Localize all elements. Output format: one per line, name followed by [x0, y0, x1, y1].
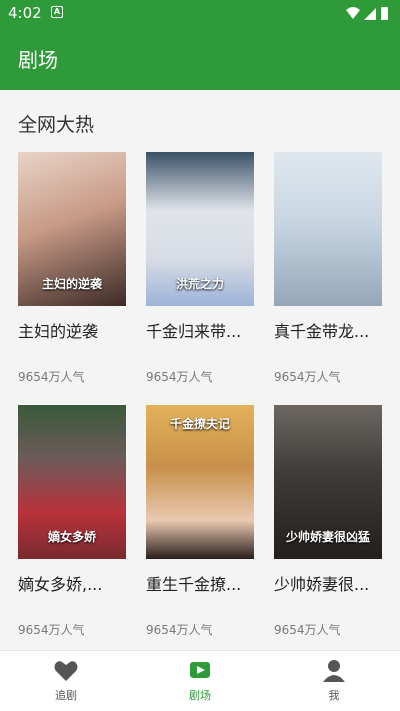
drama-title[interactable]: 主妇的逆袭 — [18, 318, 126, 342]
status-time: 4:02 — [8, 4, 42, 22]
poster-title: 主妇的逆袭 — [41, 277, 102, 291]
drama-card[interactable]: 少帅娇妻很凶猛 少帅娇妻很... 9654万人气 — [274, 405, 382, 638]
drama-title[interactable]: 重生千金撩... — [146, 571, 254, 595]
popularity-label: 9654万人气 — [146, 623, 213, 637]
theater-icon — [190, 662, 210, 678]
nav-label: 追剧 — [55, 689, 77, 702]
section-title: 全网大热 — [18, 114, 95, 136]
status-icons — [346, 7, 388, 20]
app-bar: 剧场 — [0, 26, 400, 90]
status-bar: 4:02 A — [0, 0, 400, 26]
drama-card[interactable]: 嫡女多娇 嫡女多娇,... 9654万人气 — [18, 405, 126, 638]
battery-icon — [381, 7, 388, 20]
drama-card[interactable]: 洪荒之力 千金归来带... 9654万人气 — [146, 152, 254, 385]
drama-poster[interactable]: 洪荒之力 — [146, 152, 254, 306]
nav-item-me[interactable]: 我 — [294, 659, 374, 703]
poster-title: 嫡女多娇 — [47, 530, 96, 544]
poster-title: 洪荒之力 — [175, 277, 224, 291]
drama-title[interactable]: 少帅娇妻很... — [274, 571, 382, 595]
drama-poster[interactable]: 主妇的逆袭 — [18, 152, 126, 306]
bottom-nav: 追剧 剧场 我 — [0, 650, 400, 711]
drama-poster[interactable] — [274, 152, 382, 306]
signal-icon — [364, 8, 376, 20]
drama-card[interactable]: 千金撩夫记 重生千金撩... 9654万人气 — [146, 405, 254, 638]
nav-label: 我 — [328, 689, 340, 702]
popularity-label: 9654万人气 — [274, 370, 341, 384]
nav-label: 剧场 — [189, 689, 211, 702]
drama-poster[interactable]: 千金撩夫记 — [146, 405, 254, 559]
popularity-label: 9654万人气 — [146, 370, 213, 384]
popularity-label: 9654万人气 — [18, 623, 85, 637]
drama-title[interactable]: 嫡女多娇,... — [18, 571, 126, 595]
drama-poster[interactable]: 嫡女多娇 — [18, 405, 126, 559]
heart-icon — [54, 661, 78, 681]
drama-title[interactable]: 真千金带龙... — [274, 318, 382, 342]
drama-card[interactable]: 主妇的逆袭 主妇的逆袭 9654万人气 — [18, 152, 126, 385]
popularity-label: 9654万人气 — [274, 623, 341, 637]
notification-icon: A — [51, 6, 63, 18]
drama-poster[interactable]: 少帅娇妻很凶猛 — [274, 405, 382, 559]
nav-item-follow[interactable]: 追剧 — [26, 659, 106, 703]
drama-card[interactable]: 真千金带龙... 9654万人气 — [274, 152, 382, 385]
nav-item-theater[interactable]: 剧场 — [160, 659, 240, 703]
drama-list[interactable]: 全网大热 主妇的逆袭 主妇的逆袭 9654万人气 洪荒之力 千金归来带... 9… — [0, 90, 400, 650]
drama-title[interactable]: 千金归来带... — [146, 318, 254, 342]
page-title: 剧场 — [18, 48, 58, 72]
popularity-label: 9654万人气 — [18, 370, 85, 384]
user-icon — [323, 660, 345, 682]
poster-title: 千金撩夫记 — [169, 417, 230, 431]
wifi-icon — [346, 7, 360, 19]
poster-title: 少帅娇妻很凶猛 — [285, 530, 370, 544]
